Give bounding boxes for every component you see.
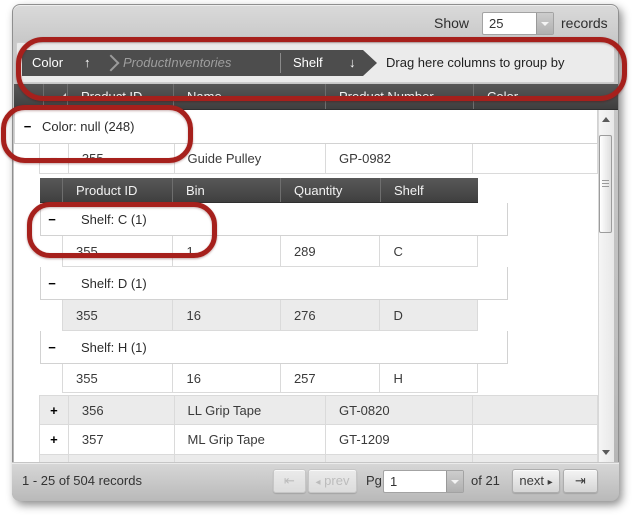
detail-grid-header-row: Product ID Bin Quantity Shelf — [40, 178, 478, 203]
cell-bin: 16 — [172, 364, 279, 392]
prev-label: prev — [324, 473, 349, 488]
prev-icon: ◂ — [316, 477, 321, 488]
scrollbar-thumb[interactable] — [599, 135, 612, 233]
last-page-icon: ⇥ — [575, 473, 586, 488]
cell-product-id: 356 — [68, 396, 174, 424]
cell-name: ML Grip Tape — [174, 425, 325, 454]
grid-widget: Show 25 records Color ↑ ProductInventori… — [0, 0, 634, 522]
next-label: next — [519, 473, 544, 488]
table-row[interactable]: + 357 ML Grip Tape GT-1209 — [39, 425, 598, 455]
scroll-up-icon[interactable] — [602, 117, 610, 122]
cell-shelf: C — [379, 236, 477, 266]
cell-product-number: GT-1209 — [325, 425, 472, 454]
show-label: Show — [434, 12, 469, 35]
last-page-button[interactable]: ⇥ — [563, 469, 598, 493]
cell-product-number: GP-0982 — [325, 144, 472, 173]
cell-quantity: 276 — [280, 300, 380, 330]
group-row-shelf-h[interactable]: − Shelf: H (1) — [40, 331, 508, 364]
group-row-label: Shelf: H (1) — [63, 331, 147, 363]
cell-product-id: 355 — [63, 364, 172, 392]
scroll-down-icon[interactable] — [602, 450, 610, 455]
page-number-value: 1 — [390, 471, 397, 492]
cell-product-id: 355 — [63, 300, 172, 330]
cell-shelf: H — [379, 364, 477, 392]
cell-product-id: 357 — [68, 425, 174, 454]
page-count-label: of 21 — [471, 462, 500, 500]
page-number-select[interactable]: 1 — [383, 470, 464, 493]
cell-name: LL Grip Tape — [174, 396, 325, 424]
next-icon: ▸ — [548, 477, 553, 488]
cell-product-number: GT-0820 — [325, 396, 472, 424]
records-status: 1 - 25 of 504 records — [22, 462, 142, 500]
first-page-icon: ⇤ — [284, 473, 295, 488]
table-row[interactable]: 355 16 257 H — [62, 364, 478, 393]
records-label: records — [561, 12, 608, 35]
table-row[interactable]: 355 16 276 D — [62, 300, 478, 331]
page-size-dropdown-button[interactable] — [536, 13, 553, 34]
expand-toggle[interactable]: + — [40, 396, 68, 424]
annotation-oval-color-group — [1, 105, 193, 163]
table-row[interactable]: + 356 LL Grip Tape GT-0820 — [39, 395, 598, 425]
collapse-toggle[interactable]: − — [41, 331, 63, 363]
cell-quantity: 289 — [280, 236, 380, 266]
cell-name: Guide Pulley — [174, 144, 325, 173]
group-row-shelf-d[interactable]: − Shelf: D (1) — [40, 267, 508, 300]
page-size-select[interactable]: 25 — [482, 12, 554, 35]
collapse-toggle[interactable]: − — [41, 267, 63, 299]
cell-shelf: D — [379, 300, 477, 330]
cell-color — [472, 396, 597, 424]
detail-column-header-shelf[interactable]: Shelf — [380, 178, 478, 202]
page-label: Pg — [366, 462, 382, 500]
detail-column-header-product-id[interactable]: Product ID — [62, 178, 172, 202]
detail-column-header-bin[interactable]: Bin — [172, 178, 280, 202]
next-page-button[interactable]: next ▸ — [512, 469, 560, 493]
group-indent-header-cell — [40, 178, 62, 202]
prev-page-button[interactable]: ◂ prev — [308, 469, 357, 493]
chevron-down-icon — [451, 480, 459, 484]
cell-color — [472, 144, 597, 173]
detail-column-header-quantity[interactable]: Quantity — [280, 178, 380, 202]
partial-row — [39, 455, 598, 462]
annotation-oval-shelf-group — [27, 202, 217, 258]
page-size-value: 25 — [489, 13, 503, 34]
annotation-oval-group-bar — [16, 37, 627, 101]
expand-toggle[interactable]: + — [40, 425, 68, 454]
group-row-label: Shelf: D (1) — [63, 267, 147, 299]
first-page-button[interactable]: ⇤ — [273, 469, 306, 493]
cell-color — [472, 425, 597, 454]
chevron-down-icon — [541, 22, 549, 26]
scrollbar-grip-icon — [602, 180, 609, 187]
page-number-dropdown-button[interactable] — [446, 471, 463, 492]
cell-bin: 16 — [172, 300, 279, 330]
cell-quantity: 257 — [280, 364, 380, 392]
